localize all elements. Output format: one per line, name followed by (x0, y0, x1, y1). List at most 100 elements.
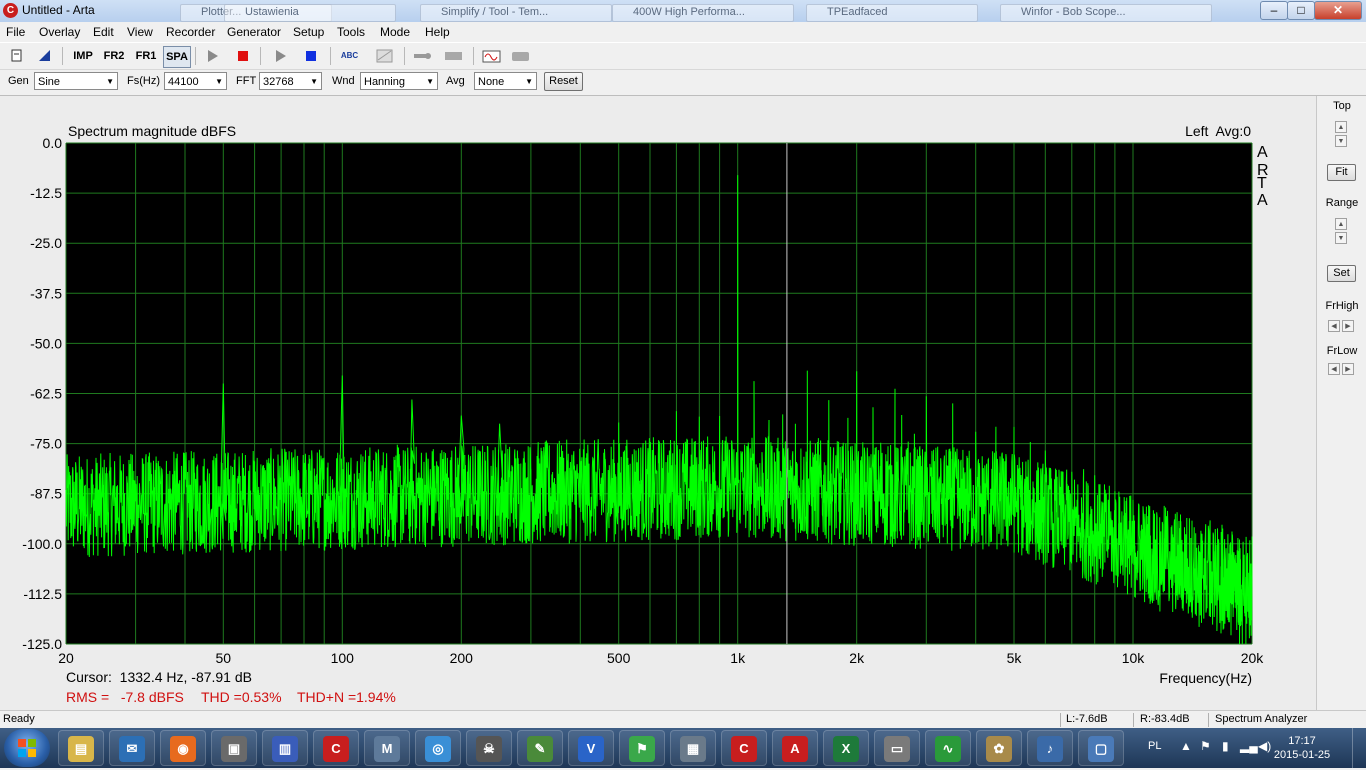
minimize-button[interactable]: – (1260, 1, 1288, 20)
calculator-icon[interactable]: ▦ (670, 730, 716, 766)
arta-icon[interactable]: C (313, 730, 359, 766)
menu-tools[interactable]: Tools (337, 25, 365, 39)
firefox-icon[interactable]: ◉ (160, 730, 206, 766)
calculator-icon-glyph: ▦ (680, 736, 706, 762)
network-icon-glyph: ⚑ (629, 736, 655, 762)
frlow-left-icon[interactable]: ◀ (1328, 363, 1340, 375)
close-button[interactable]: ✕ (1314, 1, 1362, 20)
x-tick-label: 200 (450, 650, 474, 666)
top-down-icon[interactable]: ▼ (1335, 135, 1347, 147)
cad-icon[interactable]: ▭ (874, 730, 920, 766)
frlow-right-icon[interactable]: ▶ (1342, 363, 1354, 375)
fox-icon[interactable]: ☠ (466, 730, 512, 766)
range-up-icon[interactable]: ▲ (1335, 218, 1347, 230)
overlay-icon[interactable] (374, 46, 395, 66)
record-stop-icon[interactable] (301, 46, 322, 66)
tray-volume-icon[interactable]: ◀) (1258, 739, 1271, 753)
y-tick-label: -25.0 (30, 235, 62, 251)
scope-icon[interactable]: ∿ (925, 730, 971, 766)
cad-icon-glyph: ▭ (884, 736, 910, 762)
taskbar-clock[interactable]: 17:17 2015-01-25 (1272, 734, 1332, 762)
menu-setup[interactable]: Setup (293, 25, 324, 39)
background-tab: Simplify / Tool - Tem... (420, 4, 612, 22)
monitor-icon[interactable]: ▢ (1078, 730, 1124, 766)
range-down-icon[interactable]: ▼ (1335, 232, 1347, 244)
probe-icon[interactable] (412, 46, 433, 66)
device-icon[interactable] (510, 46, 531, 66)
fft-size-select[interactable]: 32768 ▼ (259, 72, 322, 90)
excel-icon[interactable]: X (823, 730, 869, 766)
fr1-mode-button[interactable]: FR1 (133, 46, 159, 66)
impulse-mode-button[interactable]: IMP (70, 46, 96, 66)
menu-edit[interactable]: Edit (93, 25, 114, 39)
x-tick-label: 20k (1241, 650, 1265, 666)
play-icon[interactable] (202, 46, 223, 66)
window-select[interactable]: Hanning ▼ (360, 72, 438, 90)
generator-select[interactable]: Sine ▼ (34, 72, 118, 90)
fit-button[interactable]: Fit (1327, 164, 1356, 181)
toolbar-separator (404, 47, 405, 65)
abc-icon[interactable]: ABC (337, 46, 362, 66)
pdf-icon-glyph: A (782, 736, 808, 762)
pdf-icon[interactable]: A (772, 730, 818, 766)
tray-network-icon[interactable]: ▂▄ (1240, 739, 1258, 753)
tray-language[interactable]: PL (1148, 740, 1161, 752)
network-icon[interactable]: ⚑ (619, 730, 665, 766)
status-divider (1060, 713, 1061, 727)
tray-flag-icon[interactable]: ⚑ (1200, 739, 1211, 753)
thunderbird-icon[interactable]: ✉ (109, 730, 155, 766)
excel-icon-glyph: X (833, 736, 859, 762)
ccleaner-icon[interactable]: C (721, 730, 767, 766)
fr2-mode-button[interactable]: FR2 (101, 46, 127, 66)
tray-power-icon[interactable]: ▮ (1222, 739, 1229, 753)
monitor-icon-glyph: ▢ (1088, 736, 1114, 762)
new-file-icon[interactable] (6, 46, 27, 66)
average-select[interactable]: None ▼ (474, 72, 537, 90)
status-divider (1208, 713, 1209, 727)
record-play-icon[interactable] (270, 46, 291, 66)
set-button[interactable]: Set (1327, 265, 1356, 282)
floppy-icon[interactable]: ▥ (262, 730, 308, 766)
explorer-icon-glyph: ▤ (68, 736, 94, 762)
m-icon[interactable]: M (364, 730, 410, 766)
generator-icon[interactable] (481, 46, 502, 66)
meter-icon[interactable] (443, 46, 464, 66)
menu-recorder[interactable]: Recorder (166, 25, 215, 39)
menu-file[interactable]: File (6, 25, 25, 39)
show-desktop-button[interactable] (1352, 728, 1366, 768)
open-file-icon[interactable] (34, 46, 55, 66)
sample-rate-select[interactable]: 44100 ▼ (164, 72, 227, 90)
menu-help[interactable]: Help (425, 25, 450, 39)
menu-overlay[interactable]: Overlay (39, 25, 80, 39)
paint-icon[interactable]: ✿ (976, 730, 1022, 766)
maximize-button[interactable]: □ (1287, 1, 1315, 20)
chevron-down-icon: ▼ (525, 77, 533, 86)
tray-arrow-icon[interactable]: ▲ (1180, 739, 1192, 753)
average-value: None (478, 76, 505, 88)
top-up-icon[interactable]: ▲ (1335, 121, 1347, 133)
fox-icon-glyph: ☠ (476, 736, 502, 762)
thunderbird-icon-glyph: ✉ (119, 736, 145, 762)
disc-icon[interactable]: ◎ (415, 730, 461, 766)
frhigh-left-icon[interactable]: ◀ (1328, 320, 1340, 332)
menu-generator[interactable]: Generator (227, 25, 281, 39)
explorer-icon[interactable]: ▤ (58, 730, 104, 766)
menu-view[interactable]: View (127, 25, 153, 39)
reset-button[interactable]: Reset (544, 72, 583, 91)
tool-icon[interactable]: ✎ (517, 730, 563, 766)
arta-app-icon[interactable]: C (3, 3, 18, 18)
watermark-letter: A (1257, 144, 1268, 161)
start-button[interactable] (4, 729, 50, 767)
y-tick-label: -125.0 (22, 636, 62, 652)
scanner-icon[interactable]: ▣ (211, 730, 257, 766)
spectrum-chart[interactable]: 0.0 -12.5 -25.0 -37.5 -50.0 -62.5 -75.0 -87.5 -1… (0, 96, 1316, 710)
disc-icon-glyph: ◎ (425, 736, 451, 762)
frhigh-right-icon[interactable]: ▶ (1342, 320, 1354, 332)
v4-icon[interactable]: V (568, 730, 614, 766)
spectrum-mode-button[interactable]: SPA (163, 46, 191, 68)
audio-icon[interactable]: ♪ (1027, 730, 1073, 766)
chevron-down-icon: ▼ (426, 77, 434, 86)
toolbar-separator (260, 47, 261, 65)
stop-icon[interactable] (233, 46, 254, 66)
menu-mode[interactable]: Mode (380, 25, 410, 39)
